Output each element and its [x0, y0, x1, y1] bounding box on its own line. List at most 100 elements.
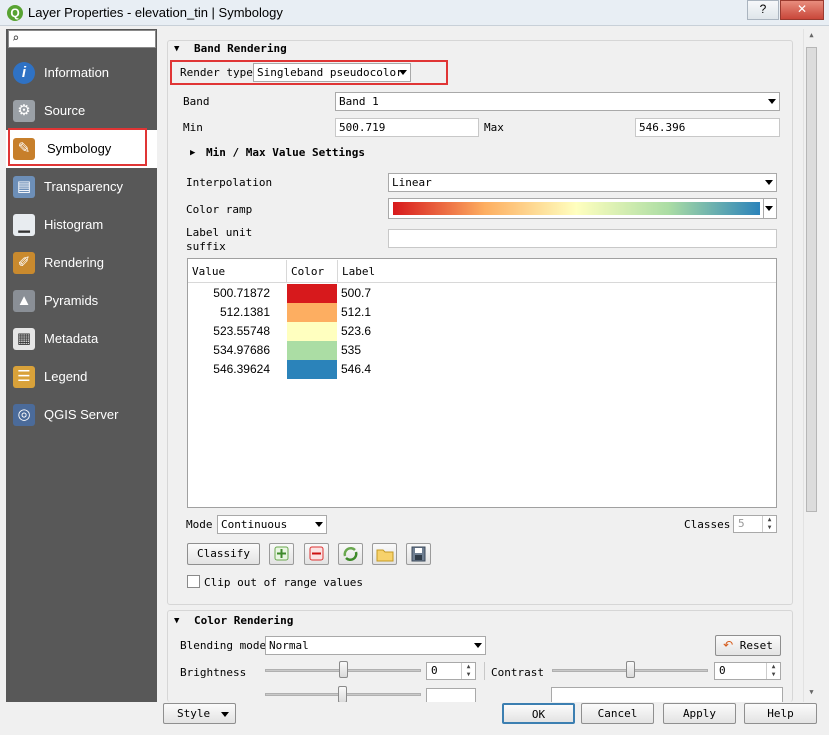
classes-label: Classes [684, 518, 731, 531]
sidebar-item-histogram[interactable]: ▁ Histogram [6, 206, 157, 244]
spin-arrows-icon[interactable]: ▲ ▼ [762, 516, 776, 532]
folder-icon [376, 549, 394, 562]
save-to-file-button[interactable] [406, 543, 431, 565]
invert-button[interactable] [338, 543, 363, 565]
close-window-button[interactable]: ✕ [780, 0, 824, 20]
reset-button[interactable]: ↶ Reset [715, 635, 781, 656]
sidebar-item-label: Transparency [44, 179, 123, 194]
table-row[interactable]: 512.1381 512.1 [188, 303, 776, 322]
mode-label: Mode [186, 518, 213, 531]
classify-button[interactable]: Classify [187, 543, 260, 565]
sidebar-item-legend[interactable]: ☰ Legend [6, 358, 157, 396]
classes-spinbox[interactable]: 5 ▲ ▼ [733, 515, 777, 533]
scroll-up-icon[interactable]: ▲ [806, 31, 817, 43]
transparency-icon: ▤ [13, 176, 35, 198]
ok-button[interactable]: OK [502, 703, 575, 724]
table-row[interactable]: 534.97686 535 [188, 341, 776, 360]
interpolation-label: Interpolation [186, 176, 273, 189]
band-combo[interactable]: Band 1 [335, 92, 780, 111]
source-icon: ⚙ [13, 100, 35, 122]
table-cell-value[interactable]: 534.97686 [188, 343, 270, 357]
collapse-triangle-icon[interactable]: ▼ [174, 44, 179, 54]
chevron-down-icon [474, 643, 482, 648]
style-button[interactable]: Style [163, 703, 236, 724]
sidebar-item-qgis-server[interactable]: ◎ QGIS Server [6, 396, 157, 434]
contrast-slider-handle[interactable] [626, 661, 635, 678]
label-unit-label: Label unit [186, 226, 253, 239]
sidebar-item-information[interactable]: i Information [6, 54, 157, 92]
color-swatch[interactable] [287, 360, 337, 379]
table-cell-value[interactable]: 546.39624 [188, 362, 270, 376]
sidebar-item-label: Information [44, 65, 110, 80]
scrollbar-thumb[interactable] [806, 47, 817, 512]
max-label: Max [484, 121, 504, 134]
color-swatch[interactable] [287, 284, 337, 303]
rendering-icon: ✐ [13, 252, 35, 274]
sidebar-item-rendering[interactable]: ✐ Rendering [6, 244, 157, 282]
table-row[interactable]: 500.71872 500.7 [188, 284, 776, 303]
table-header-label[interactable]: Label [342, 265, 375, 278]
plus-icon [274, 546, 289, 561]
brightness-slider-handle[interactable] [339, 661, 348, 678]
expand-triangle-icon[interactable]: ▶ [190, 148, 195, 158]
table-header-color[interactable]: Color [291, 265, 324, 278]
label-unit-suffix-input[interactable] [388, 229, 777, 248]
sidebar-item-symbology[interactable]: ✎ Symbology [6, 128, 157, 168]
add-entry-button[interactable] [269, 543, 294, 565]
contrast-spinbox[interactable]: 0 ▲ ▼ [714, 662, 781, 680]
sidebar-item-pyramids[interactable]: ▲ Pyramids [6, 282, 157, 320]
minmax-settings-title[interactable]: Min / Max Value Settings [206, 146, 365, 159]
color-swatch[interactable] [287, 341, 337, 360]
remove-entry-button[interactable] [304, 543, 329, 565]
mode-combo[interactable]: Continuous [217, 515, 327, 534]
table-cell-label[interactable]: 512.1 [341, 305, 371, 319]
qgis-server-icon: ◎ [13, 404, 35, 426]
table-cell-label[interactable]: 500.7 [341, 286, 371, 300]
max-input[interactable]: 546.396 [635, 118, 780, 137]
table-cell-label[interactable]: 546.4 [341, 362, 371, 376]
search-input[interactable]: ⌕ [8, 30, 156, 48]
reset-icon: ↶ [723, 638, 734, 652]
render-type-combo[interactable]: Singleband pseudocolor [253, 63, 411, 82]
sidebar-item-label: QGIS Server [44, 407, 119, 422]
sidebar-item-transparency[interactable]: ▤ Transparency [6, 168, 157, 206]
interpolation-combo[interactable]: Linear [388, 173, 777, 192]
spin-arrows-icon[interactable]: ▲ ▼ [461, 663, 475, 679]
sidebar-item-metadata[interactable]: ▦ Metadata [6, 320, 157, 358]
color-swatch[interactable] [287, 322, 337, 341]
brightness-label: Brightness [180, 666, 247, 679]
sidebar-item-source[interactable]: ⚙ Source [6, 92, 157, 130]
table-header-value[interactable]: Value [192, 265, 225, 278]
table-cell-label[interactable]: 535 [341, 343, 361, 357]
collapse-triangle-icon[interactable]: ▼ [174, 616, 179, 626]
help-button[interactable]: Help [744, 703, 817, 724]
table-cell-value[interactable]: 512.1381 [188, 305, 270, 319]
color-ramp-combo[interactable] [388, 198, 777, 219]
histogram-icon: ▁ [13, 214, 35, 236]
clip-checkbox[interactable] [187, 575, 200, 588]
min-input[interactable]: 500.719 [335, 118, 479, 137]
label-unit-suffix-label: suffix [186, 240, 226, 253]
load-from-file-button[interactable] [372, 543, 397, 565]
table-row[interactable]: 523.55748 523.6 [188, 322, 776, 341]
apply-button[interactable]: Apply [663, 703, 736, 724]
info-icon: i [13, 62, 35, 84]
blending-mode-combo[interactable]: Normal [265, 636, 486, 655]
scroll-down-icon[interactable]: ▼ [806, 688, 817, 700]
spin-arrows-icon[interactable]: ▲ ▼ [766, 663, 780, 679]
color-swatch[interactable] [287, 303, 337, 322]
cancel-button[interactable]: Cancel [581, 703, 654, 724]
color-rendering-title: Color Rendering [194, 614, 294, 627]
help-title-button[interactable]: ? [747, 0, 779, 20]
table-cell-value[interactable]: 500.71872 [188, 286, 270, 300]
qgis-logo-icon: Q [7, 5, 23, 21]
chevron-down-icon [315, 522, 323, 527]
brightness-spinbox[interactable]: 0 ▲ ▼ [426, 662, 476, 680]
table-cell-value[interactable]: 523.55748 [188, 324, 270, 338]
table-cell-label[interactable]: 523.6 [341, 324, 371, 338]
chevron-down-icon [765, 180, 773, 185]
legend-icon: ☰ [13, 366, 35, 388]
table-row[interactable]: 546.39624 546.4 [188, 360, 776, 379]
metadata-icon: ▦ [13, 328, 35, 350]
refresh-arrows-icon [343, 547, 358, 561]
